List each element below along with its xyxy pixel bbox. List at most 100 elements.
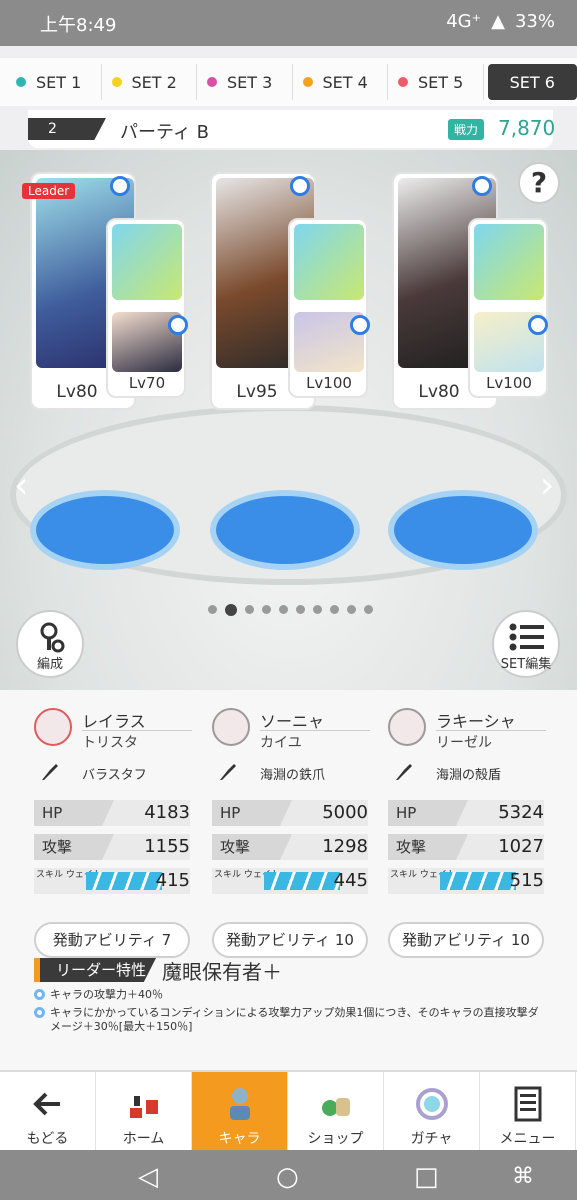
attack-row: 攻撃 1155 bbox=[34, 834, 190, 860]
page-indicator bbox=[208, 604, 373, 616]
weapon-name: 海淵の鉄爪 bbox=[260, 768, 326, 783]
gacha-icon bbox=[416, 1088, 448, 1120]
weapon-name: バラスタフ bbox=[82, 768, 147, 783]
hp-value: 5324 bbox=[498, 802, 544, 823]
bottom-nav: もどる ホーム キャラ ショップ ガチャ メニュー bbox=[0, 1070, 577, 1152]
signal-icon: ▲ bbox=[491, 11, 505, 32]
hp-value: 5000 bbox=[322, 802, 368, 823]
staff-weapon-icon bbox=[112, 224, 182, 300]
character-avatar[interactable] bbox=[212, 708, 250, 746]
weapon-icon bbox=[42, 764, 58, 780]
sub-card-1[interactable]: Lv70 bbox=[106, 218, 186, 398]
party-name[interactable]: パーティ B bbox=[120, 118, 209, 144]
set-edit-label: SET編集 bbox=[500, 657, 552, 672]
page-dot bbox=[313, 605, 322, 614]
party-power: 7,870 bbox=[498, 116, 556, 140]
tab-set-4[interactable]: SET 4 bbox=[293, 64, 388, 100]
tab-set-6[interactable]: SET 6 bbox=[487, 64, 577, 100]
set-tabs: SET 1 SET 2 SET 3 SET 4 SET 5 SET 6 bbox=[0, 58, 577, 106]
system-back-icon[interactable]: ◁ bbox=[138, 1162, 158, 1192]
set-edit-button[interactable]: SET編集 bbox=[492, 610, 560, 678]
page-dot bbox=[296, 605, 305, 614]
sub-level: Lv100 bbox=[486, 374, 532, 392]
shield-weapon-icon bbox=[474, 224, 544, 300]
skill-wait-bar bbox=[264, 872, 340, 890]
formation-label: 編成 bbox=[36, 657, 63, 672]
skill-wait-value: 415 bbox=[155, 870, 190, 891]
menu-icon bbox=[514, 1086, 542, 1122]
tab-set-1[interactable]: SET 1 bbox=[6, 64, 102, 100]
skill-wait-value: 515 bbox=[509, 870, 544, 891]
game-controller-icon[interactable]: ⌘ bbox=[512, 1164, 534, 1189]
battery-level: 33% bbox=[514, 11, 555, 32]
tab-set-5[interactable]: SET 5 bbox=[388, 64, 484, 100]
character-avatar[interactable] bbox=[388, 708, 426, 746]
prev-arrow-icon[interactable]: ‹ bbox=[14, 465, 28, 506]
sub-card-2[interactable]: Lv100 bbox=[288, 218, 368, 398]
formation-gear-icon bbox=[40, 622, 65, 653]
attack-value: 1155 bbox=[144, 836, 190, 857]
skill-wait-value: 445 bbox=[333, 870, 368, 891]
page-dot bbox=[279, 605, 288, 614]
page-dot bbox=[245, 605, 254, 614]
system-recents-icon[interactable]: □ bbox=[414, 1162, 439, 1192]
nav-gacha[interactable]: ガチャ bbox=[384, 1072, 480, 1152]
slot-pedestal bbox=[210, 490, 360, 570]
hp-row: HP 4183 bbox=[34, 800, 190, 826]
set-color-dot bbox=[207, 77, 217, 87]
skill-wait-row: スキル ウェイト 415 bbox=[34, 868, 190, 894]
formation-button[interactable]: 編成 bbox=[16, 610, 84, 678]
nav-character[interactable]: キャラ bbox=[192, 1072, 288, 1152]
set-color-dot bbox=[111, 77, 122, 87]
hp-row: HP 5324 bbox=[388, 800, 544, 826]
leader-effect-2: キャラにかかっているコンディションによる攻撃力アップ効果1個につき、そのキャラの… bbox=[34, 1006, 544, 1034]
select-ring-icon bbox=[350, 315, 370, 335]
nav-menu[interactable]: メニュー bbox=[480, 1072, 576, 1152]
tab-set-2[interactable]: SET 2 bbox=[102, 64, 197, 100]
select-ring-icon bbox=[472, 176, 492, 196]
party-detail-panel: レイラス トリスタ バラスタフ HP 4183 攻撃 1155 スキル ウェイト 41… bbox=[0, 690, 577, 1070]
character-name: ラキーシャ bbox=[436, 712, 516, 731]
leader-badge: Leader bbox=[22, 183, 76, 199]
ability-button[interactable]: 発動アビリティ 7 bbox=[34, 922, 190, 958]
help-button[interactable]: ? bbox=[518, 162, 560, 204]
sub-level: Lv100 bbox=[306, 374, 352, 392]
party-header: 2 パーティ B 戦力 7,870 bbox=[28, 110, 556, 148]
nav-home[interactable]: ホーム bbox=[96, 1072, 192, 1152]
status-bar: 上午8:49 4G⁺ ▲ 33% bbox=[0, 0, 577, 46]
select-ring-icon bbox=[168, 315, 188, 335]
page-dot bbox=[262, 605, 271, 614]
set-color-dot bbox=[302, 77, 313, 87]
ability-button[interactable]: 発動アビリティ 10 bbox=[388, 922, 544, 958]
status-time: 上午8:49 bbox=[40, 15, 117, 36]
next-arrow-icon[interactable]: › bbox=[540, 465, 554, 506]
attack-row: 攻撃 1298 bbox=[212, 834, 368, 860]
tab-set-3[interactable]: SET 3 bbox=[197, 64, 293, 100]
weapon-icon bbox=[396, 764, 412, 780]
weapon-name: 海淵の殻盾 bbox=[436, 768, 502, 783]
power-label: 戦力 bbox=[448, 119, 485, 140]
nav-back[interactable]: もどる bbox=[0, 1072, 96, 1152]
weapon-icon bbox=[220, 764, 236, 780]
back-arrow-icon bbox=[33, 1092, 60, 1116]
home-icon bbox=[130, 1096, 158, 1118]
hp-value: 4183 bbox=[144, 802, 190, 823]
set-color-dot bbox=[398, 77, 408, 87]
party-stage: Lv80 Leader Lv70 Lv95 Lv100 Lv80 Lv100 ?… bbox=[0, 150, 577, 690]
character-name: ソーニャ bbox=[260, 712, 325, 731]
ability-button[interactable]: 発動アビリティ 10 bbox=[212, 922, 368, 958]
claw-weapon-icon bbox=[294, 224, 364, 300]
character-avatar[interactable] bbox=[34, 708, 72, 746]
character-icon bbox=[230, 1088, 250, 1120]
set-color-dot bbox=[16, 77, 26, 87]
page-dot-current bbox=[225, 604, 237, 616]
sub-character-name: トリスタ bbox=[82, 730, 192, 752]
page-dot bbox=[347, 605, 356, 614]
list-icon bbox=[509, 623, 544, 651]
select-ring-icon bbox=[110, 176, 130, 196]
select-ring-icon bbox=[290, 176, 310, 196]
page-dot bbox=[208, 605, 217, 614]
system-home-icon[interactable]: ○ bbox=[276, 1162, 299, 1192]
sub-card-3[interactable]: Lv100 bbox=[468, 218, 548, 398]
nav-shop[interactable]: ショップ bbox=[288, 1072, 384, 1152]
